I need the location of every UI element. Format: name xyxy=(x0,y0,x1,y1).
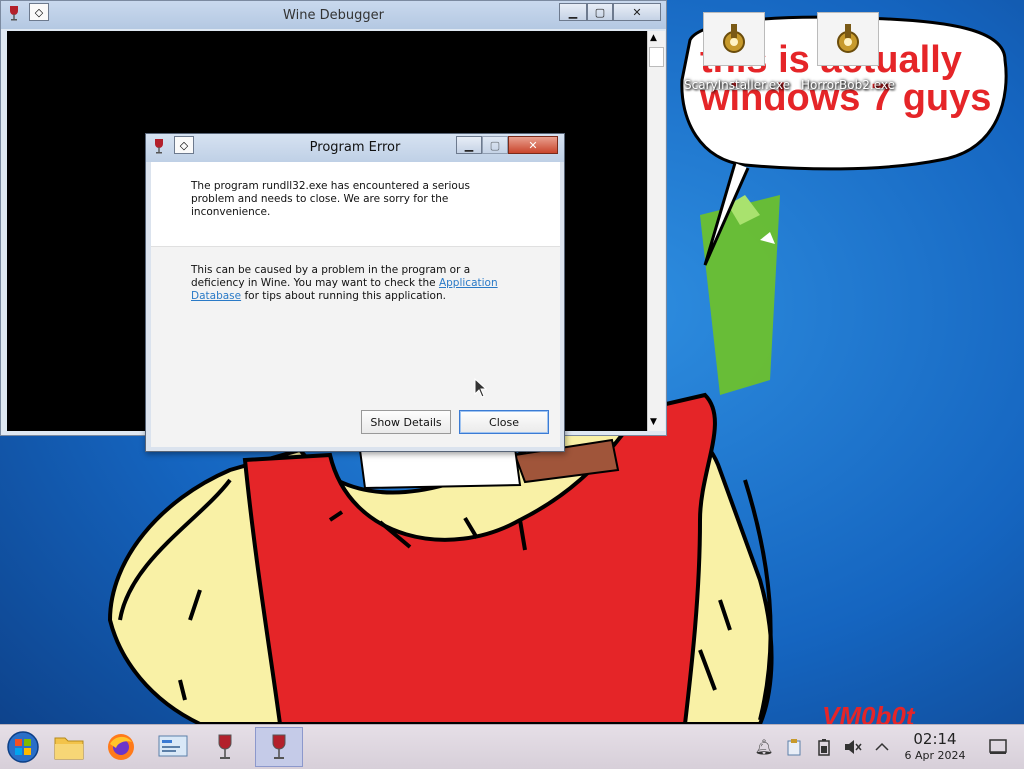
error-message-secondary: This can be caused by a problem in the p… xyxy=(191,264,511,303)
scroll-up-icon[interactable]: ▲ xyxy=(650,33,657,43)
maximize-button: ▢ xyxy=(482,136,508,154)
volume-muted-icon[interactable] xyxy=(841,725,865,769)
close-button[interactable]: Close xyxy=(459,410,549,434)
desktop-icon-label: ScaryInstaller.exe xyxy=(684,78,791,92)
firefox-icon xyxy=(108,734,134,760)
debugger-scrollbar[interactable]: ▲ ▼ xyxy=(647,31,665,431)
close-window-button[interactable]: ✕ xyxy=(613,3,661,21)
show-details-button[interactable]: Show Details xyxy=(361,410,451,434)
secondary-text-before: This can be caused by a problem in the p… xyxy=(191,264,471,289)
wine-glass-icon xyxy=(272,734,286,759)
taskbar-firefox[interactable] xyxy=(100,727,142,767)
desktop-icon-label: HorrorBob2.exe xyxy=(801,78,895,92)
secondary-text-after: for tips about running this application. xyxy=(244,290,446,302)
file-manager-icon xyxy=(54,737,84,760)
control-panel-icon xyxy=(158,735,188,757)
taskbar: 🔔︎ 02:14 6 Apr 2024 xyxy=(0,724,1024,769)
program-error-dialog: ◇ Program Error ▁ ▢ ✕ The program rundll… xyxy=(145,133,565,452)
installer-gear-icon xyxy=(817,12,879,66)
scrollbar-thumb[interactable] xyxy=(649,47,664,67)
clipboard-icon[interactable] xyxy=(782,725,806,769)
close-window-button[interactable]: ✕ xyxy=(508,136,558,154)
clock-time[interactable]: 02:14 xyxy=(900,730,970,748)
minimize-button[interactable]: ▁ xyxy=(456,136,482,154)
battery-icon[interactable] xyxy=(812,725,836,769)
start-orb-icon xyxy=(7,731,39,763)
mouse-cursor-icon xyxy=(474,378,488,398)
taskbar-file-manager[interactable] xyxy=(48,727,90,767)
clock-date[interactable]: 6 Apr 2024 xyxy=(896,749,974,762)
error-message-primary: The program rundll32.exe has encountered… xyxy=(191,180,470,218)
taskbar-program-error[interactable] xyxy=(255,727,303,767)
dialog-message-panel: The program rundll32.exe has encountered… xyxy=(151,162,560,246)
notification-bell-icon[interactable]: 🔔︎ xyxy=(752,725,776,769)
installer-gear-icon xyxy=(703,12,765,66)
start-button[interactable] xyxy=(2,727,44,767)
maximize-button[interactable]: ▢ xyxy=(587,3,613,21)
dialog-details-panel: This can be caused by a problem in the p… xyxy=(151,246,560,447)
dialog-titlebar[interactable]: ◇ Program Error ▁ ▢ ✕ xyxy=(146,134,564,162)
desktop-icon-scaryinstaller[interactable]: ScaryInstaller.exe xyxy=(684,12,791,92)
show-desktop-icon[interactable] xyxy=(986,725,1010,769)
taskbar-wine-debugger[interactable] xyxy=(204,727,246,767)
scroll-down-icon[interactable]: ▼ xyxy=(650,417,657,427)
taskbar-control-panel[interactable] xyxy=(152,727,194,767)
chevron-up-icon[interactable] xyxy=(870,725,894,769)
wine-glass-icon xyxy=(218,734,232,759)
desktop-icon-horrorbob2[interactable]: HorrorBob2.exe xyxy=(798,12,898,92)
debugger-titlebar[interactable]: ◇ Wine Debugger ▁ ▢ ✕ xyxy=(1,1,666,29)
minimize-button[interactable]: ▁ xyxy=(559,3,587,21)
